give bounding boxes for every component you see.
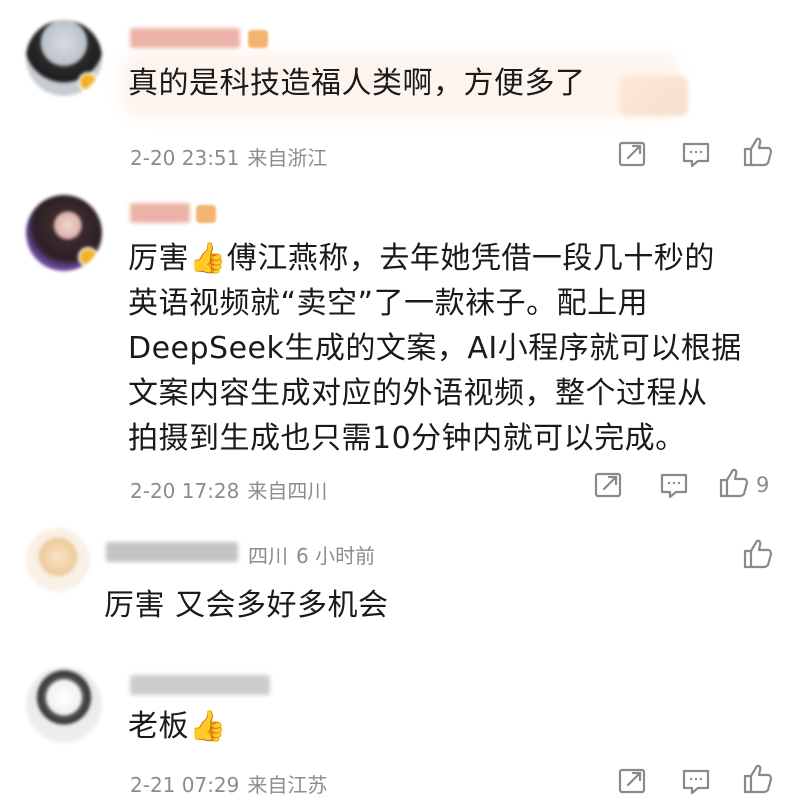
comment-location: 四川 [248,544,288,568]
comment-location: 来自浙江 [247,146,328,170]
avatar[interactable] [26,667,102,743]
avatar[interactable] [26,20,102,96]
verified-badge-icon [78,247,98,267]
comment-text: 厉害 又会多好多机会 [104,588,389,623]
comment-3: 四川 6 小时前 厉害 又会多好多机会 [0,520,800,650]
comment-icon[interactable] [656,467,692,503]
comment-text: 真的是科技造福人类啊，方便多了 [128,66,586,101]
vip-badge-icon [196,205,216,223]
vip-badge-icon [248,30,268,48]
username-blurred[interactable] [130,203,190,223]
comment-text-line-2: 英语视频就“卖空”了一款袜子。配上用 [128,286,649,321]
thumbs-up-icon[interactable] [716,465,752,501]
comment-4: 老板👍 2-21 07:29 来自江苏 [0,655,800,805]
thumbs-up-icon[interactable] [740,761,776,797]
username-blurred[interactable] [130,675,270,695]
comment-icon[interactable] [678,763,714,799]
comment-1: 真的是科技造福人类啊，方便多了 2-20 23:51 来自浙江 [0,0,800,185]
comment-date: 2-21 07:29 [130,773,240,797]
comment-meta: 2-20 17:28 来自四川 [130,475,335,504]
sticker-icon [620,76,688,116]
comment-text-line-4: 文案内容生成对应的外语视频，整个过程从 [128,376,708,411]
comment-text: 老板👍 [128,709,227,744]
comment-date: 2-20 17:28 [130,479,240,503]
comment-text-line-3: DeepSeek生成的文案，AI小程序就可以根据 [128,331,742,366]
comment-location: 来自四川 [247,479,328,503]
comment-text-line-5: 拍摄到生成也只需10分钟内就可以完成。 [128,421,686,456]
share-icon[interactable] [614,763,650,799]
comment-2: 厉害👍傅江燕称，去年她凭借一段几十秒的 英语视频就“卖空”了一款袜子。配上用 D… [0,185,800,520]
like-count: 9 [756,473,770,497]
verified-badge-icon [78,72,98,92]
comment-meta: 2-20 23:51 来自浙江 [130,142,335,171]
share-icon[interactable] [590,467,626,503]
comment-meta: 2-21 07:29 来自江苏 [130,769,335,798]
comment-date: 2-20 23:51 [130,146,240,170]
username-blurred[interactable] [106,542,238,562]
thumbs-up-icon[interactable] [740,536,776,572]
comment-text-line-1: 厉害👍傅江燕称，去年她凭借一段几十秒的 [128,241,715,276]
comment-time: 6 小时前 [296,544,376,568]
comment-location: 来自江苏 [247,773,328,797]
thumbs-up-icon[interactable] [740,134,776,170]
share-icon[interactable] [614,136,650,172]
username-blurred[interactable] [130,28,240,48]
avatar[interactable] [26,528,90,592]
avatar[interactable] [26,195,102,271]
comment-icon[interactable] [678,136,714,172]
comment-meta: 四川 6 小时前 [248,540,383,569]
